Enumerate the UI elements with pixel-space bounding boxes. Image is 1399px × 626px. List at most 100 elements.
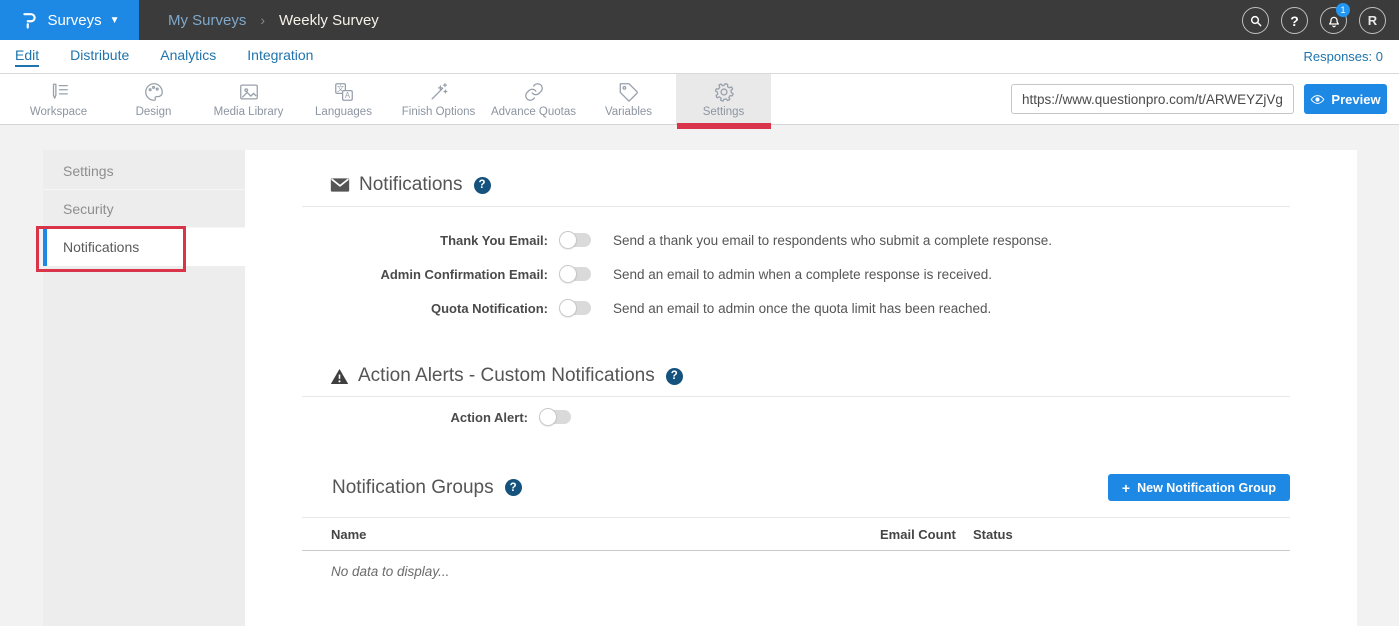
- plus-icon: +: [1122, 480, 1130, 496]
- empty-table-message: No data to display...: [302, 551, 1290, 579]
- action-alerts-section-header: Action Alerts - Custom Notifications ?: [302, 365, 1290, 387]
- toggle-knob: [539, 408, 557, 426]
- question-mark-icon: ?: [1290, 13, 1299, 29]
- column-header-status: Status: [973, 527, 1290, 542]
- toggle-knob: [559, 299, 577, 317]
- notifications-section-header: Notifications ?: [302, 150, 1290, 196]
- variables-icon: [618, 80, 640, 103]
- notification-count-badge: 1: [1336, 3, 1350, 17]
- help-icon[interactable]: ?: [474, 177, 491, 194]
- toolbar-label: Settings: [703, 106, 745, 118]
- breadcrumb: My Surveys › Weekly Survey: [168, 12, 379, 29]
- toolbar-label: Variables: [605, 106, 652, 118]
- brand-label: Surveys: [47, 12, 101, 29]
- toggle-label: Thank You Email:: [302, 233, 548, 248]
- action-alert-row: Action Alert:: [302, 400, 1290, 434]
- toolbar-item-variables[interactable]: Variables: [581, 74, 676, 124]
- main-region: Settings Security Notifications Notifica…: [0, 125, 1399, 626]
- toggle-label: Admin Confirmation Email:: [302, 267, 548, 282]
- section-title: Notification Groups: [332, 477, 494, 499]
- search-icon: [1248, 13, 1264, 29]
- section-title: Action Alerts - Custom Notifications: [358, 365, 655, 387]
- column-header-name: Name: [331, 527, 880, 542]
- svg-text:A: A: [344, 91, 350, 100]
- toggle-description: Send an email to admin once the quota li…: [613, 301, 991, 316]
- notification-toggles: Thank You Email: Send a thank you email …: [302, 207, 1290, 325]
- admin-confirmation-email-toggle[interactable]: [561, 267, 591, 281]
- toggle-knob: [559, 265, 577, 283]
- languages-icon: 文 A: [333, 80, 355, 103]
- responses-count[interactable]: Responses: 0: [1304, 49, 1384, 64]
- toggle-label: Quota Notification:: [302, 301, 548, 316]
- toolbar-item-design[interactable]: Design: [106, 74, 201, 124]
- avatar-initial: R: [1368, 13, 1377, 28]
- toolbar-label: Media Library: [214, 106, 284, 118]
- chevron-down-icon: ▼: [110, 15, 120, 26]
- settings-highlight-annotation: [677, 123, 771, 129]
- notifications-settings-panel: Notifications ? Thank You Email: Send a …: [245, 150, 1357, 626]
- toolbar-item-settings[interactable]: Settings: [676, 74, 771, 124]
- breadcrumb-my-surveys[interactable]: My Surveys: [168, 12, 246, 29]
- eye-icon: [1310, 92, 1325, 107]
- preview-button[interactable]: Preview: [1304, 84, 1387, 114]
- thank-you-email-toggle[interactable]: [561, 233, 591, 247]
- toggle-description: Send an email to admin when a complete r…: [613, 267, 992, 282]
- section-title: Notifications: [359, 174, 463, 196]
- notifications-button[interactable]: 1: [1320, 7, 1347, 34]
- nav-tabs: Edit Distribute Analytics Integration: [15, 47, 313, 67]
- design-icon: [143, 80, 165, 103]
- toolbar-label: Advance Quotas: [491, 106, 576, 118]
- help-icon[interactable]: ?: [505, 479, 522, 496]
- survey-mode-nav: Edit Distribute Analytics Integration Re…: [0, 40, 1399, 74]
- tab-distribute[interactable]: Distribute: [70, 47, 129, 67]
- workspace-icon: [48, 80, 70, 103]
- toolbar-item-languages[interactable]: 文 A Languages: [296, 74, 391, 124]
- toggle-label: Action Alert:: [302, 410, 528, 425]
- toolbar-label: Workspace: [30, 106, 87, 118]
- breadcrumb-current-survey: Weekly Survey: [279, 12, 379, 29]
- survey-url-input[interactable]: [1011, 84, 1294, 114]
- sidebar-item-settings[interactable]: Settings: [43, 152, 245, 190]
- quota-notification-row: Quota Notification: Send an email to adm…: [302, 291, 1290, 325]
- tab-analytics[interactable]: Analytics: [160, 47, 216, 67]
- search-button[interactable]: [1242, 7, 1269, 34]
- quota-notification-toggle[interactable]: [561, 301, 591, 315]
- new-group-label: New Notification Group: [1137, 481, 1276, 495]
- tab-integration[interactable]: Integration: [247, 47, 313, 67]
- sidebar-item-notifications[interactable]: Notifications: [43, 228, 245, 266]
- account-avatar[interactable]: R: [1359, 7, 1386, 34]
- settings-side-menu: Settings Security Notifications: [43, 150, 245, 626]
- action-alert-toggles: Action Alert:: [302, 397, 1290, 434]
- column-header-email-count: Email Count: [880, 527, 973, 542]
- notification-groups-header: Notification Groups ? + New Notification…: [302, 474, 1290, 501]
- toolbar-item-advance-quotas[interactable]: Advance Quotas: [486, 74, 581, 124]
- toggle-knob: [559, 231, 577, 249]
- advance-quotas-icon: [523, 80, 545, 103]
- questionpro-logo-icon: [19, 10, 39, 30]
- top-header-bar: Surveys ▼ My Surveys › Weekly Survey ?: [0, 0, 1399, 40]
- edit-toolbar: Workspace Design Media Library: [0, 74, 1399, 125]
- help-icon[interactable]: ?: [666, 368, 683, 385]
- admin-confirmation-email-row: Admin Confirmation Email: Send an email …: [302, 257, 1290, 291]
- toolbar-label: Languages: [315, 106, 372, 118]
- surveys-product-menu[interactable]: Surveys ▼: [0, 0, 139, 40]
- toolbar-right-group: Preview: [1011, 84, 1387, 114]
- sidebar-item-security[interactable]: Security: [43, 190, 245, 228]
- new-notification-group-button[interactable]: + New Notification Group: [1108, 474, 1290, 501]
- groups-table-header: Name Email Count Status: [302, 518, 1290, 551]
- envelope-icon: [330, 177, 350, 193]
- topbar-actions: ? 1 R: [1242, 7, 1386, 34]
- warning-triangle-icon: [330, 368, 349, 385]
- toolbar-item-finish-options[interactable]: Finish Options: [391, 74, 486, 124]
- toolbar-item-workspace[interactable]: Workspace: [11, 74, 106, 124]
- breadcrumb-separator-icon: ›: [260, 12, 265, 28]
- toolbar-label: Finish Options: [402, 106, 476, 118]
- media-library-icon: [238, 80, 260, 103]
- toolbar-item-media-library[interactable]: Media Library: [201, 74, 296, 124]
- help-button[interactable]: ?: [1281, 7, 1308, 34]
- toggle-description: Send a thank you email to respondents wh…: [613, 233, 1052, 248]
- action-alert-toggle[interactable]: [541, 410, 571, 424]
- tab-edit[interactable]: Edit: [15, 47, 39, 67]
- settings-icon: [713, 80, 735, 103]
- finish-options-icon: [428, 80, 450, 103]
